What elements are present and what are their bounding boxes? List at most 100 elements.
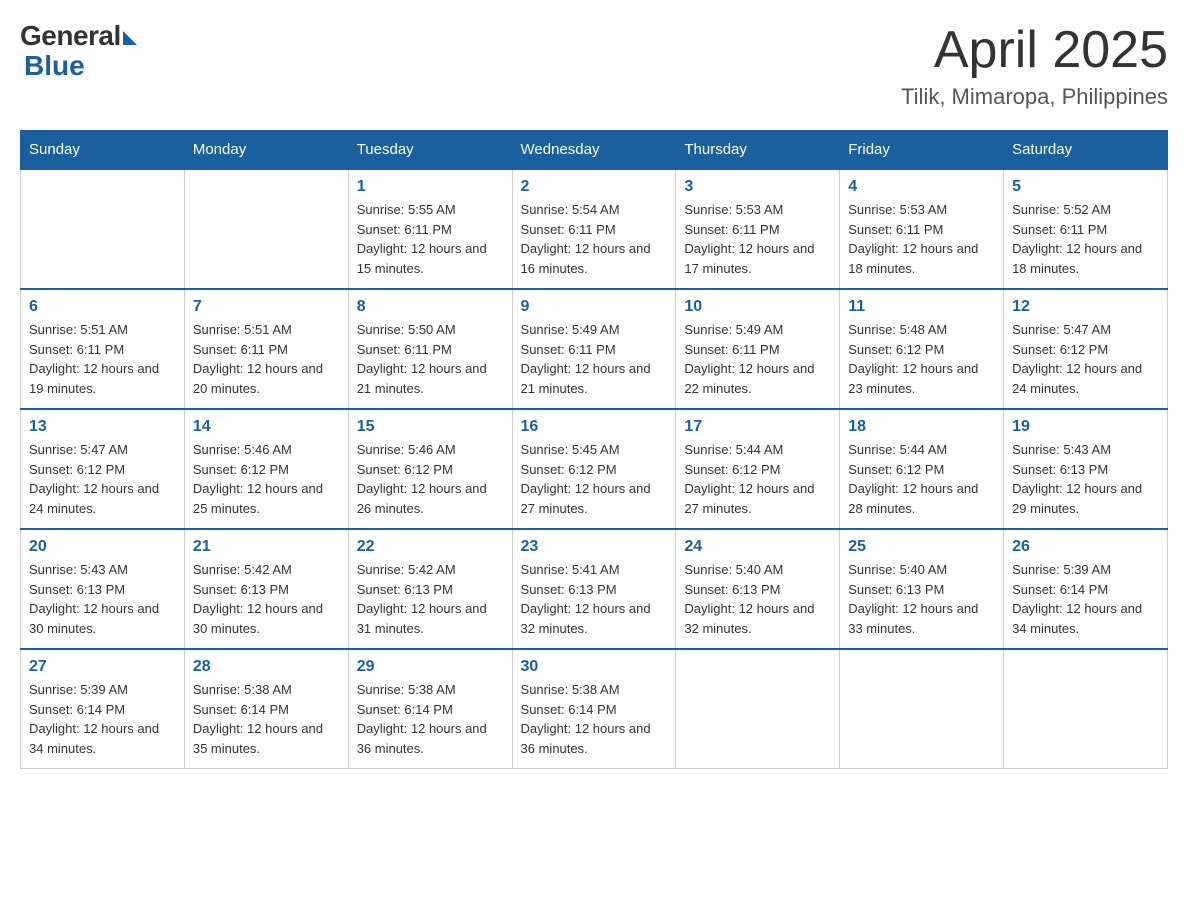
calendar-cell: 6 Sunrise: 5:51 AMSunset: 6:11 PMDaylight… xyxy=(21,289,185,409)
calendar-cell: 21 Sunrise: 5:42 AMSunset: 6:13 PMDayligh… xyxy=(184,529,348,649)
day-number: 21 xyxy=(193,538,340,556)
calendar-cell: 17 Sunrise: 5:44 AMSunset: 6:12 PMDayligh… xyxy=(676,409,840,529)
calendar-cell: 29Sunrise: 5:38 AMSunset: 6:14 PMDayligh… xyxy=(348,649,512,769)
day-number: 28 xyxy=(193,658,340,676)
calendar-cell: 18Sunrise: 5:44 AMSunset: 6:12 PMDayligh… xyxy=(840,409,1004,529)
day-info: Sunrise: 5:51 AMSunset: 6:11 PMDaylight:… xyxy=(193,320,340,398)
month-year-title: April 2025 xyxy=(901,20,1168,80)
day-number: 15 xyxy=(357,418,504,436)
calendar-cell: 15 Sunrise: 5:46 AMSunset: 6:12 PMDayligh… xyxy=(348,409,512,529)
day-number: 29 xyxy=(357,658,504,676)
calendar-cell xyxy=(1004,649,1168,769)
page-header: General Blue April 2025 Tilik, Mimaropa,… xyxy=(20,20,1168,110)
calendar-header-friday: Friday xyxy=(840,131,1004,170)
day-number: 24 xyxy=(684,538,831,556)
day-number: 19 xyxy=(1012,418,1159,436)
calendar-cell: 22 Sunrise: 5:42 AMSunset: 6:13 PMDayligh… xyxy=(348,529,512,649)
day-number: 17 xyxy=(684,418,831,436)
day-number: 9 xyxy=(521,298,668,316)
day-number: 6 xyxy=(29,298,176,316)
title-block: April 2025 Tilik, Mimaropa, Philippines xyxy=(901,20,1168,110)
calendar-cell xyxy=(21,169,185,289)
day-info: Sunrise: 5:45 AMSunset: 6:12 PMDaylight:… xyxy=(521,440,668,518)
day-info: Sunrise: 5:49 AMSunset: 6:11 PMDaylight:… xyxy=(521,320,668,398)
calendar-cell xyxy=(676,649,840,769)
day-info: Sunrise: 5:42 AMSunset: 6:13 PMDaylight:… xyxy=(357,560,504,638)
day-info: Sunrise: 5:38 AMSunset: 6:14 PMDaylight:… xyxy=(193,680,340,758)
day-info: Sunrise: 5:49 AMSunset: 6:11 PMDaylight:… xyxy=(684,320,831,398)
day-info: Sunrise: 5:40 AMSunset: 6:13 PMDaylight:… xyxy=(684,560,831,638)
day-number: 14 xyxy=(193,418,340,436)
day-number: 8 xyxy=(357,298,504,316)
calendar-cell: 26 Sunrise: 5:39 AMSunset: 6:14 PMDayligh… xyxy=(1004,529,1168,649)
day-number: 2 xyxy=(521,178,668,196)
logo-general-text: General xyxy=(20,20,121,52)
day-info: Sunrise: 5:44 AMSunset: 6:12 PMDaylight:… xyxy=(684,440,831,518)
day-number: 13 xyxy=(29,418,176,436)
day-number: 16 xyxy=(521,418,668,436)
calendar-cell: 20 Sunrise: 5:43 AMSunset: 6:13 PMDayligh… xyxy=(21,529,185,649)
calendar-week-row: 1Sunrise: 5:55 AMSunset: 6:11 PMDaylight… xyxy=(21,169,1168,289)
day-info: Sunrise: 5:39 AMSunset: 6:14 PMDaylight:… xyxy=(1012,560,1159,638)
calendar-header-thursday: Thursday xyxy=(676,131,840,170)
calendar-cell: 1Sunrise: 5:55 AMSunset: 6:11 PMDaylight… xyxy=(348,169,512,289)
day-info: Sunrise: 5:46 AMSunset: 6:12 PMDaylight:… xyxy=(357,440,504,518)
day-info: Sunrise: 5:42 AMSunset: 6:13 PMDaylight:… xyxy=(193,560,340,638)
day-number: 4 xyxy=(848,178,995,196)
day-info: Sunrise: 5:55 AMSunset: 6:11 PMDaylight:… xyxy=(357,200,504,278)
calendar-cell: 24 Sunrise: 5:40 AMSunset: 6:13 PMDayligh… xyxy=(676,529,840,649)
calendar-cell: 8 Sunrise: 5:50 AMSunset: 6:11 PMDaylight… xyxy=(348,289,512,409)
day-info: Sunrise: 5:54 AMSunset: 6:11 PMDaylight:… xyxy=(521,200,668,278)
day-number: 11 xyxy=(848,298,995,316)
day-number: 5 xyxy=(1012,178,1159,196)
day-info: Sunrise: 5:51 AMSunset: 6:11 PMDaylight:… xyxy=(29,320,176,398)
calendar-cell xyxy=(184,169,348,289)
calendar-cell: 5 Sunrise: 5:52 AMSunset: 6:11 PMDaylight… xyxy=(1004,169,1168,289)
calendar-cell: 7Sunrise: 5:51 AMSunset: 6:11 PMDaylight… xyxy=(184,289,348,409)
day-number: 12 xyxy=(1012,298,1159,316)
day-info: Sunrise: 5:50 AMSunset: 6:11 PMDaylight:… xyxy=(357,320,504,398)
calendar-header-row: SundayMondayTuesdayWednesdayThursdayFrid… xyxy=(21,131,1168,170)
calendar-cell: 3 Sunrise: 5:53 AMSunset: 6:11 PMDaylight… xyxy=(676,169,840,289)
day-info: Sunrise: 5:43 AMSunset: 6:13 PMDaylight:… xyxy=(1012,440,1159,518)
day-info: Sunrise: 5:38 AMSunset: 6:14 PMDaylight:… xyxy=(521,680,668,758)
logo-arrow-icon xyxy=(123,31,137,45)
day-number: 26 xyxy=(1012,538,1159,556)
calendar-cell: 25 Sunrise: 5:40 AMSunset: 6:13 PMDayligh… xyxy=(840,529,1004,649)
calendar-header-sunday: Sunday xyxy=(21,131,185,170)
calendar-header-saturday: Saturday xyxy=(1004,131,1168,170)
day-info: Sunrise: 5:52 AMSunset: 6:11 PMDaylight:… xyxy=(1012,200,1159,278)
location-subtitle: Tilik, Mimaropa, Philippines xyxy=(901,84,1168,110)
calendar-cell: 4 Sunrise: 5:53 AMSunset: 6:11 PMDaylight… xyxy=(840,169,1004,289)
day-number: 3 xyxy=(684,178,831,196)
calendar-cell: 11 Sunrise: 5:48 AMSunset: 6:12 PMDayligh… xyxy=(840,289,1004,409)
calendar-cell: 9 Sunrise: 5:49 AMSunset: 6:11 PMDaylight… xyxy=(512,289,676,409)
calendar-cell: 19 Sunrise: 5:43 AMSunset: 6:13 PMDayligh… xyxy=(1004,409,1168,529)
day-number: 27 xyxy=(29,658,176,676)
calendar-cell: 12Sunrise: 5:47 AMSunset: 6:12 PMDayligh… xyxy=(1004,289,1168,409)
day-number: 22 xyxy=(357,538,504,556)
day-info: Sunrise: 5:46 AMSunset: 6:12 PMDaylight:… xyxy=(193,440,340,518)
day-info: Sunrise: 5:53 AMSunset: 6:11 PMDaylight:… xyxy=(848,200,995,278)
calendar-week-row: 13 Sunrise: 5:47 AMSunset: 6:12 PMDayligh… xyxy=(21,409,1168,529)
calendar-cell: 13 Sunrise: 5:47 AMSunset: 6:12 PMDayligh… xyxy=(21,409,185,529)
day-info: Sunrise: 5:48 AMSunset: 6:12 PMDaylight:… xyxy=(848,320,995,398)
day-info: Sunrise: 5:53 AMSunset: 6:11 PMDaylight:… xyxy=(684,200,831,278)
day-number: 10 xyxy=(684,298,831,316)
calendar-header-tuesday: Tuesday xyxy=(348,131,512,170)
day-number: 20 xyxy=(29,538,176,556)
day-info: Sunrise: 5:39 AMSunset: 6:14 PMDaylight:… xyxy=(29,680,176,758)
day-number: 25 xyxy=(848,538,995,556)
calendar-cell: 14 Sunrise: 5:46 AMSunset: 6:12 PMDayligh… xyxy=(184,409,348,529)
day-number: 30 xyxy=(521,658,668,676)
logo: General Blue xyxy=(20,20,137,82)
calendar-week-row: 6 Sunrise: 5:51 AMSunset: 6:11 PMDaylight… xyxy=(21,289,1168,409)
calendar-cell: 30 Sunrise: 5:38 AMSunset: 6:14 PMDayligh… xyxy=(512,649,676,769)
day-info: Sunrise: 5:47 AMSunset: 6:12 PMDaylight:… xyxy=(29,440,176,518)
calendar-cell xyxy=(840,649,1004,769)
calendar-cell: 16 Sunrise: 5:45 AMSunset: 6:12 PMDayligh… xyxy=(512,409,676,529)
day-info: Sunrise: 5:43 AMSunset: 6:13 PMDaylight:… xyxy=(29,560,176,638)
calendar-cell: 27 Sunrise: 5:39 AMSunset: 6:14 PMDayligh… xyxy=(21,649,185,769)
day-number: 18 xyxy=(848,418,995,436)
day-info: Sunrise: 5:40 AMSunset: 6:13 PMDaylight:… xyxy=(848,560,995,638)
